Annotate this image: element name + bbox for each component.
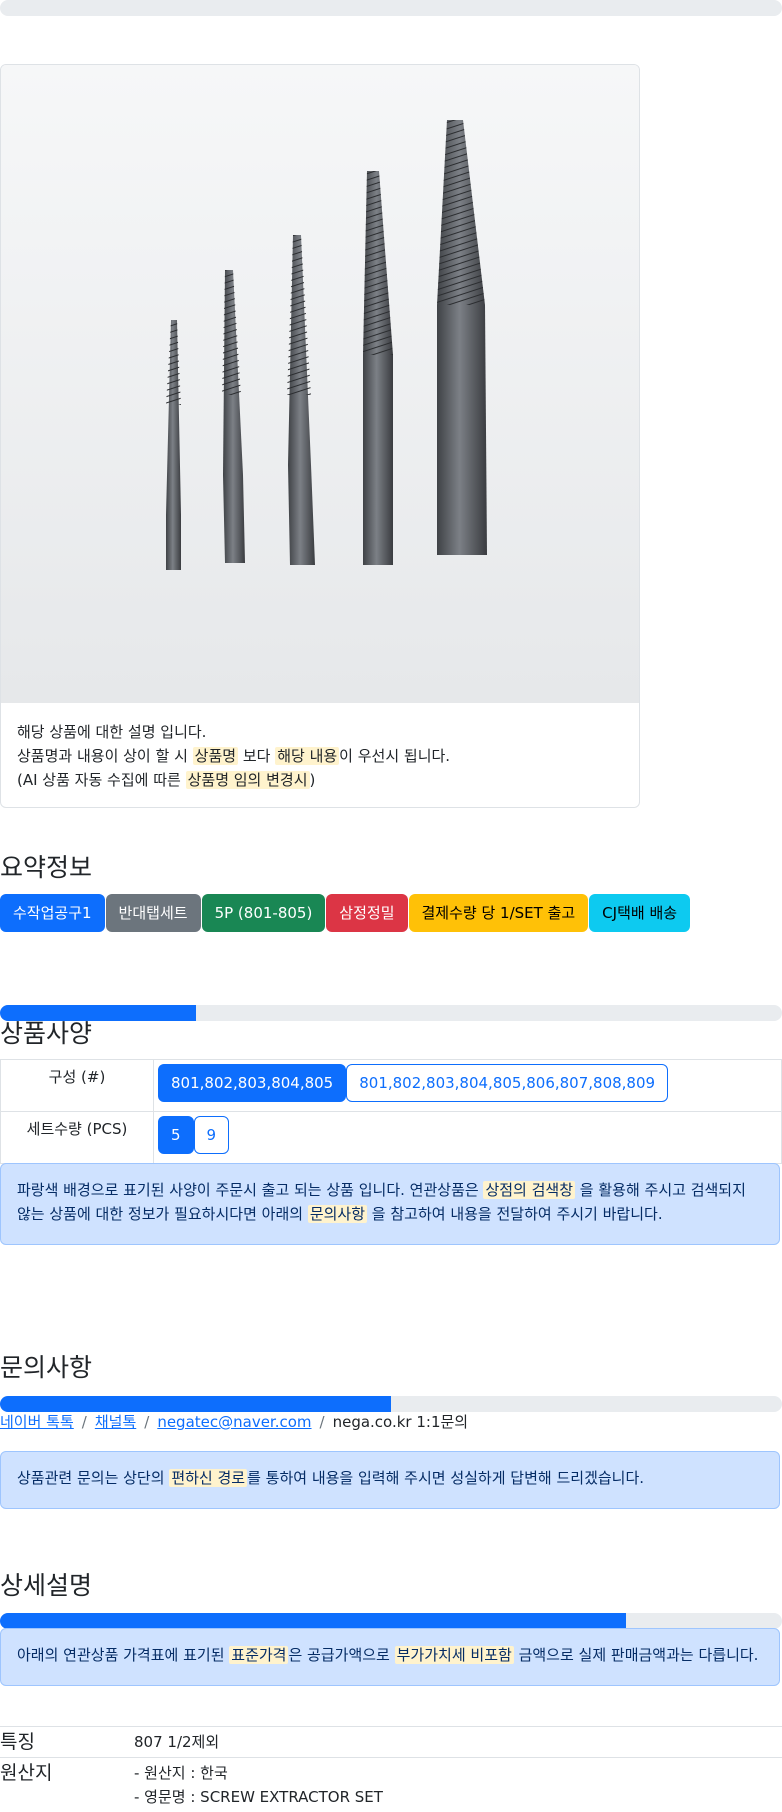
badge-quantity: 결제수량 당 1/SET 출고 (409, 894, 589, 932)
detail-value-feature: 807 1/2제외 (134, 1727, 782, 1758)
spec-label-set-quantity: 세트수량 (PCS) (1, 1112, 154, 1164)
details-progress-fill (0, 1613, 626, 1629)
desc-line-1: 해당 상품에 대한 설명 입니다. (17, 720, 629, 744)
detail-row-origin: 원산지 - 원산지 : 한국- 영문명 : SCREW EXTRACTOR SE… (0, 1758, 782, 1812)
separator: / (74, 1413, 95, 1431)
desc-text: 이 우선시 됩니다. (339, 747, 450, 765)
desc-text: (AI 상품 자동 수집에 따른 (17, 771, 186, 789)
top-progress-bar (0, 0, 782, 16)
inquiry-breadcrumb: 네이버 톡톡/채널톡/negatec@naver.com/nega.co.kr … (0, 1410, 468, 1434)
spec-options-composition: 801,802,803,804,805801,802,803,804,805,8… (154, 1060, 782, 1112)
option-qty-5[interactable]: 5 (158, 1116, 194, 1154)
highlight-inquiry: 문의사항 (308, 1205, 367, 1223)
notice-text: 상품관련 문의는 상단의 (17, 1469, 169, 1487)
highlight-store-search: 상점의 검색창 (483, 1181, 575, 1199)
site-inquiry-text: nega.co.kr 1:1문의 (333, 1413, 469, 1431)
details-progress-bar (0, 1613, 782, 1629)
spec-row-composition: 구성 (#) 801,802,803,804,805801,802,803,80… (1, 1060, 782, 1112)
detail-key-origin: 원산지 (0, 1758, 134, 1812)
link-email[interactable]: negatec@naver.com (157, 1413, 311, 1431)
desc-text: 보다 (238, 747, 275, 765)
option-801-805[interactable]: 801,802,803,804,805 (158, 1064, 346, 1102)
separator: / (312, 1413, 333, 1431)
badge-type: 반대탭세트 (106, 894, 201, 932)
highlight-vat-excluded: 부가가치세 비포함 (395, 1646, 514, 1664)
desc-line-2: 상품명과 내용이 상이 할 시 상품명 보다 해당 내용이 우선시 됩니다. (17, 744, 629, 768)
summary-badges: 수작업공구1 반대탭세트 5P (801-805) 삼정정밀 결제수량 당 1/… (0, 894, 691, 932)
spec-label-composition: 구성 (#) (1, 1060, 154, 1112)
notice-text: 를 통하여 내용을 입력해 주시면 성실하게 답변해 드리겠습니다. (247, 1469, 644, 1487)
detail-value-line: 807 1/2제외 (134, 1730, 782, 1754)
spec-row-set-quantity: 세트수량 (PCS) 59 (1, 1112, 782, 1164)
spec-table: 구성 (#) 801,802,803,804,805801,802,803,80… (0, 1059, 782, 1164)
highlight-standard-price: 표준가격 (229, 1646, 288, 1664)
separator: / (136, 1413, 157, 1431)
notice-text: 금액으로 실제 판매금액과는 다릅니다. (514, 1646, 759, 1664)
badge-category: 수작업공구1 (0, 894, 105, 932)
highlight-convenient-route: 편하신 경로 (169, 1469, 247, 1487)
option-qty-9[interactable]: 9 (194, 1116, 230, 1154)
specs-notice: 파랑색 배경으로 표기된 사양이 주문시 출고 되는 상품 입니다. 연관상품은… (0, 1163, 780, 1245)
spec-options-set-quantity: 59 (154, 1112, 782, 1164)
detail-table: 특징 807 1/2제외 원산지 - 원산지 : 한국- 영문명 : SCREW… (0, 1726, 782, 1812)
detail-key-feature: 특징 (0, 1727, 134, 1758)
detail-value-line: - 영문명 : SCREW EXTRACTOR SET (134, 1785, 782, 1809)
badge-shipping: CJ택배 배송 (589, 894, 690, 932)
highlight-product-name: 상품명 (193, 747, 238, 765)
specs-progress-bar (0, 1005, 782, 1021)
summary-title: 요약정보 (0, 852, 92, 884)
highlight-content: 해당 내용 (275, 747, 339, 765)
desc-line-3: (AI 상품 자동 수집에 따른 상품명 임의 변경시) (17, 768, 629, 792)
badge-model: 5P (801-805) (202, 894, 326, 932)
desc-text: ) (310, 771, 316, 789)
specs-title: 상품사양 (0, 1018, 92, 1050)
detail-value-origin: - 원산지 : 한국- 영문명 : SCREW EXTRACTOR SET (134, 1758, 782, 1812)
inquiry-notice: 상품관련 문의는 상단의 편하신 경로를 통하여 내용을 입력해 주시면 성실하… (0, 1451, 780, 1509)
link-naver-talk[interactable]: 네이버 톡톡 (0, 1413, 74, 1431)
notice-text: 은 공급가액으로 (288, 1646, 394, 1664)
product-image (1, 65, 639, 703)
option-801-809[interactable]: 801,802,803,804,805,806,807,808,809 (346, 1064, 668, 1102)
notice-text: 아래의 연관상품 가격표에 표기된 (17, 1646, 229, 1664)
desc-text: 상품명과 내용이 상이 할 시 (17, 747, 193, 765)
notice-text: 파랑색 배경으로 표기된 사양이 주문시 출고 되는 상품 입니다. 연관상품은 (17, 1181, 483, 1199)
notice-text: 을 참고하여 내용을 전달하여 주시기 바랍니다. (367, 1205, 663, 1223)
detail-value-line: - 원산지 : 한국 (134, 1761, 782, 1785)
highlight-name-change: 상품명 임의 변경시 (186, 771, 310, 789)
inquiry-title: 문의사항 (0, 1352, 92, 1384)
detail-row-feature: 특징 807 1/2제외 (0, 1727, 782, 1758)
product-image-card: 해당 상품에 대한 설명 입니다. 상품명과 내용이 상이 할 시 상품명 보다… (0, 64, 640, 808)
product-description: 해당 상품에 대한 설명 입니다. 상품명과 내용이 상이 할 시 상품명 보다… (17, 720, 629, 792)
details-notice: 아래의 연관상품 가격표에 표기된 표준가격은 공급가액으로 부가가치세 비포함… (0, 1628, 780, 1686)
link-channel-talk[interactable]: 채널톡 (95, 1413, 136, 1431)
details-title: 상세설명 (0, 1570, 92, 1602)
badge-maker: 삼정정밀 (326, 894, 407, 932)
